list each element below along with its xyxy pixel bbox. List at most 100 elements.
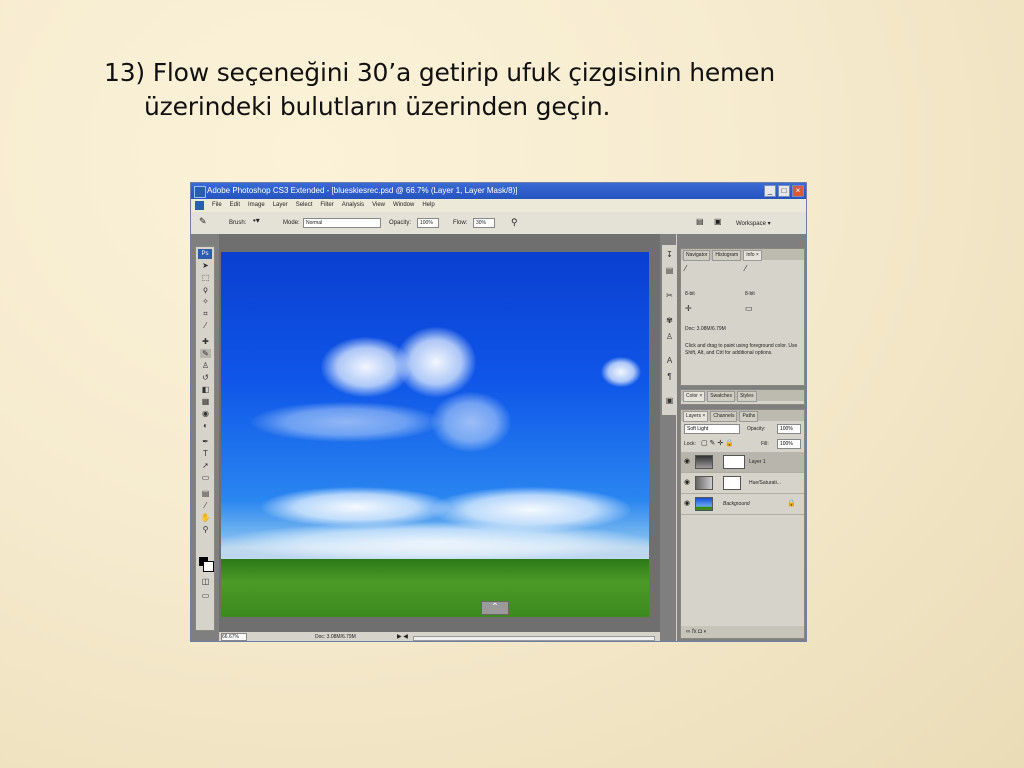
move-tool-icon[interactable]: ➤ (200, 261, 211, 270)
toolbox: Ps ➤ ⬚ ϙ ✧ ⌗ ⁄ ✚ ✎ ♙ ↺ ◧ ▦ ◉ ◐ ✒ T ➚ ▭ ▤… (195, 246, 215, 631)
close-button[interactable]: × (792, 185, 804, 197)
adjustment-thumbnail (695, 476, 713, 490)
eraser-tool-icon[interactable]: ◧ (200, 385, 211, 394)
fill-field[interactable]: 100% (777, 439, 801, 449)
slide-instruction: 13) Flow seçeneğini 30’a getirip ufuk çi… (104, 56, 924, 124)
ps-badge-icon: Ps (198, 249, 212, 259)
visibility-eye-icon[interactable]: ◉ (684, 479, 691, 486)
menu-edit[interactable]: Edit (230, 199, 240, 212)
menu-image[interactable]: Image (248, 199, 265, 212)
history-panel-icon[interactable]: ↧ (664, 249, 675, 260)
tab-paths[interactable]: Paths (739, 411, 759, 422)
actions-panel-icon[interactable]: ▤ (664, 265, 675, 276)
maximize-button[interactable]: □ (778, 185, 790, 197)
bridge-icon[interactable]: ▣ (714, 217, 722, 226)
layer-row-background[interactable]: ◉ Background 🔒 (681, 494, 804, 515)
shape-tool-icon[interactable]: ▭ (200, 473, 211, 482)
brushes-panel-icon[interactable]: ✾ (664, 315, 675, 326)
tab-layers[interactable]: Layers × (683, 411, 709, 422)
tab-channels[interactable]: Channels (710, 411, 738, 422)
brush-preset-picker[interactable]: •▾ (253, 216, 260, 225)
workspace-menu[interactable]: Workspace ▾ (736, 220, 771, 227)
status-arrow-icon[interactable]: ▶ ◀ (397, 632, 408, 641)
layer-row-layer1[interactable]: ◉ Layer 1 (681, 452, 804, 473)
clone-stamp-icon[interactable]: ♙ (200, 361, 211, 370)
clone-source-icon[interactable]: ♙ (664, 331, 675, 342)
crop-tool-icon[interactable]: ⌗ (200, 309, 211, 318)
type-tool-icon[interactable]: T (200, 449, 211, 458)
info-bit-depth-left: 8-bit (685, 291, 695, 297)
character-panel-icon[interactable]: A (664, 355, 675, 366)
zoom-tool-icon[interactable]: ⚲ (200, 525, 211, 534)
zoom-field[interactable]: 66.67% (221, 633, 247, 641)
background-color-swatch[interactable] (203, 561, 214, 572)
tool-presets-icon[interactable]: ✂ (664, 290, 675, 301)
brush-tool-selected-icon[interactable]: ✎ (200, 349, 211, 358)
layer-thumbnail (695, 455, 713, 469)
opacity-field[interactable]: 100% (417, 218, 439, 228)
title-bar: Adobe Photoshop CS3 Extended - [blueskie… (191, 183, 806, 199)
layer-style-icon[interactable]: fx (692, 629, 697, 635)
layer-mask-thumbnail[interactable] (723, 455, 745, 469)
menu-file[interactable]: File (212, 199, 222, 212)
flow-field[interactable]: 30% (473, 218, 495, 228)
instruction-line-2: üzerindeki bulutların üzerinden geçin. (144, 92, 611, 121)
doc-size-status: Doc: 3.08M/6.79M (315, 634, 356, 640)
app-menu-icon[interactable] (195, 201, 204, 210)
eyedropper-icon[interactable]: ⁄ (200, 501, 211, 510)
status-bar: 66.67% Doc: 3.08M/6.79M ▶ ◀ (219, 632, 660, 641)
menu-window[interactable]: Window (393, 199, 414, 212)
mode-select[interactable]: Normal (303, 218, 381, 228)
tab-navigator[interactable]: Navigator (683, 250, 711, 261)
history-brush-icon[interactable]: ↺ (200, 373, 211, 382)
notes-tool-icon[interactable]: ▤ (200, 489, 211, 498)
layer-row-hue-saturation[interactable]: ◉ Hue/Saturati... (681, 473, 804, 494)
add-mask-icon[interactable]: ◘ (698, 629, 702, 635)
menu-view[interactable]: View (372, 199, 385, 212)
visibility-eye-icon[interactable]: ◉ (684, 500, 691, 507)
flow-label: Flow: (453, 220, 468, 226)
collapse-chevron-icon[interactable]: ⌃ (481, 601, 509, 615)
menu-layer[interactable]: Layer (273, 199, 288, 212)
lasso-tool-icon[interactable]: ϙ (200, 285, 211, 294)
menu-filter[interactable]: Filter (320, 199, 333, 212)
adjustment-layer-icon[interactable]: ◐ (704, 629, 708, 635)
paragraph-panel-icon[interactable]: ¶ (664, 371, 675, 382)
tab-info[interactable]: Info × (743, 250, 762, 261)
slice-tool-icon[interactable]: ⁄ (200, 321, 211, 330)
options-bar: ✎ Brush: •▾ Mode: Normal Opacity: 100% F… (191, 212, 806, 235)
screen-mode-icon[interactable]: ▭ (200, 591, 211, 600)
path-select-icon[interactable]: ➚ (200, 461, 211, 470)
dodge-tool-icon[interactable]: ◐ (200, 421, 211, 430)
horizontal-scrollbar[interactable] (413, 636, 655, 641)
adjustment-mask-thumbnail[interactable] (723, 476, 741, 490)
tab-color[interactable]: Color × (683, 391, 706, 402)
menu-analysis[interactable]: Analysis (342, 199, 364, 212)
canvas-sky-photo[interactable] (221, 252, 649, 617)
layer-name: Background (723, 501, 750, 507)
layer-comps-icon[interactable]: ▣ (664, 395, 675, 406)
collapsed-panels-dock: ↧ ▤ ✂ ✾ ♙ A ¶ ▣ (662, 245, 677, 415)
tab-swatches[interactable]: Swatches (707, 391, 735, 402)
healing-brush-icon[interactable]: ✚ (200, 337, 211, 346)
lock-options-icon[interactable]: ▢ ✎ ✛ 🔒 (701, 440, 734, 447)
gradient-tool-icon[interactable]: ▦ (200, 397, 211, 406)
marquee-tool-icon[interactable]: ⬚ (200, 273, 211, 282)
quick-select-tool-icon[interactable]: ✧ (200, 297, 211, 306)
minimize-button[interactable]: _ (764, 185, 776, 197)
blend-mode-select[interactable]: Soft Light (684, 424, 740, 434)
airbrush-icon[interactable]: ⚲ (511, 217, 518, 228)
quick-mask-icon[interactable]: ◫ (200, 577, 211, 586)
palette-well-icon[interactable]: ▤ (696, 217, 704, 226)
visibility-eye-icon[interactable]: ◉ (684, 458, 691, 465)
menu-select[interactable]: Select (296, 199, 313, 212)
tab-styles[interactable]: Styles (736, 391, 757, 402)
link-layers-icon[interactable]: ∞ (686, 629, 690, 635)
blur-tool-icon[interactable]: ◉ (200, 409, 211, 418)
brush-tool-icon[interactable]: ✎ (199, 216, 207, 227)
hand-tool-icon[interactable]: ✋ (200, 513, 211, 522)
menu-help[interactable]: Help (422, 199, 434, 212)
pen-tool-icon[interactable]: ✒ (200, 437, 211, 446)
layer-opacity-field[interactable]: 100% (777, 424, 801, 434)
tab-histogram[interactable]: Histogram (712, 250, 742, 261)
